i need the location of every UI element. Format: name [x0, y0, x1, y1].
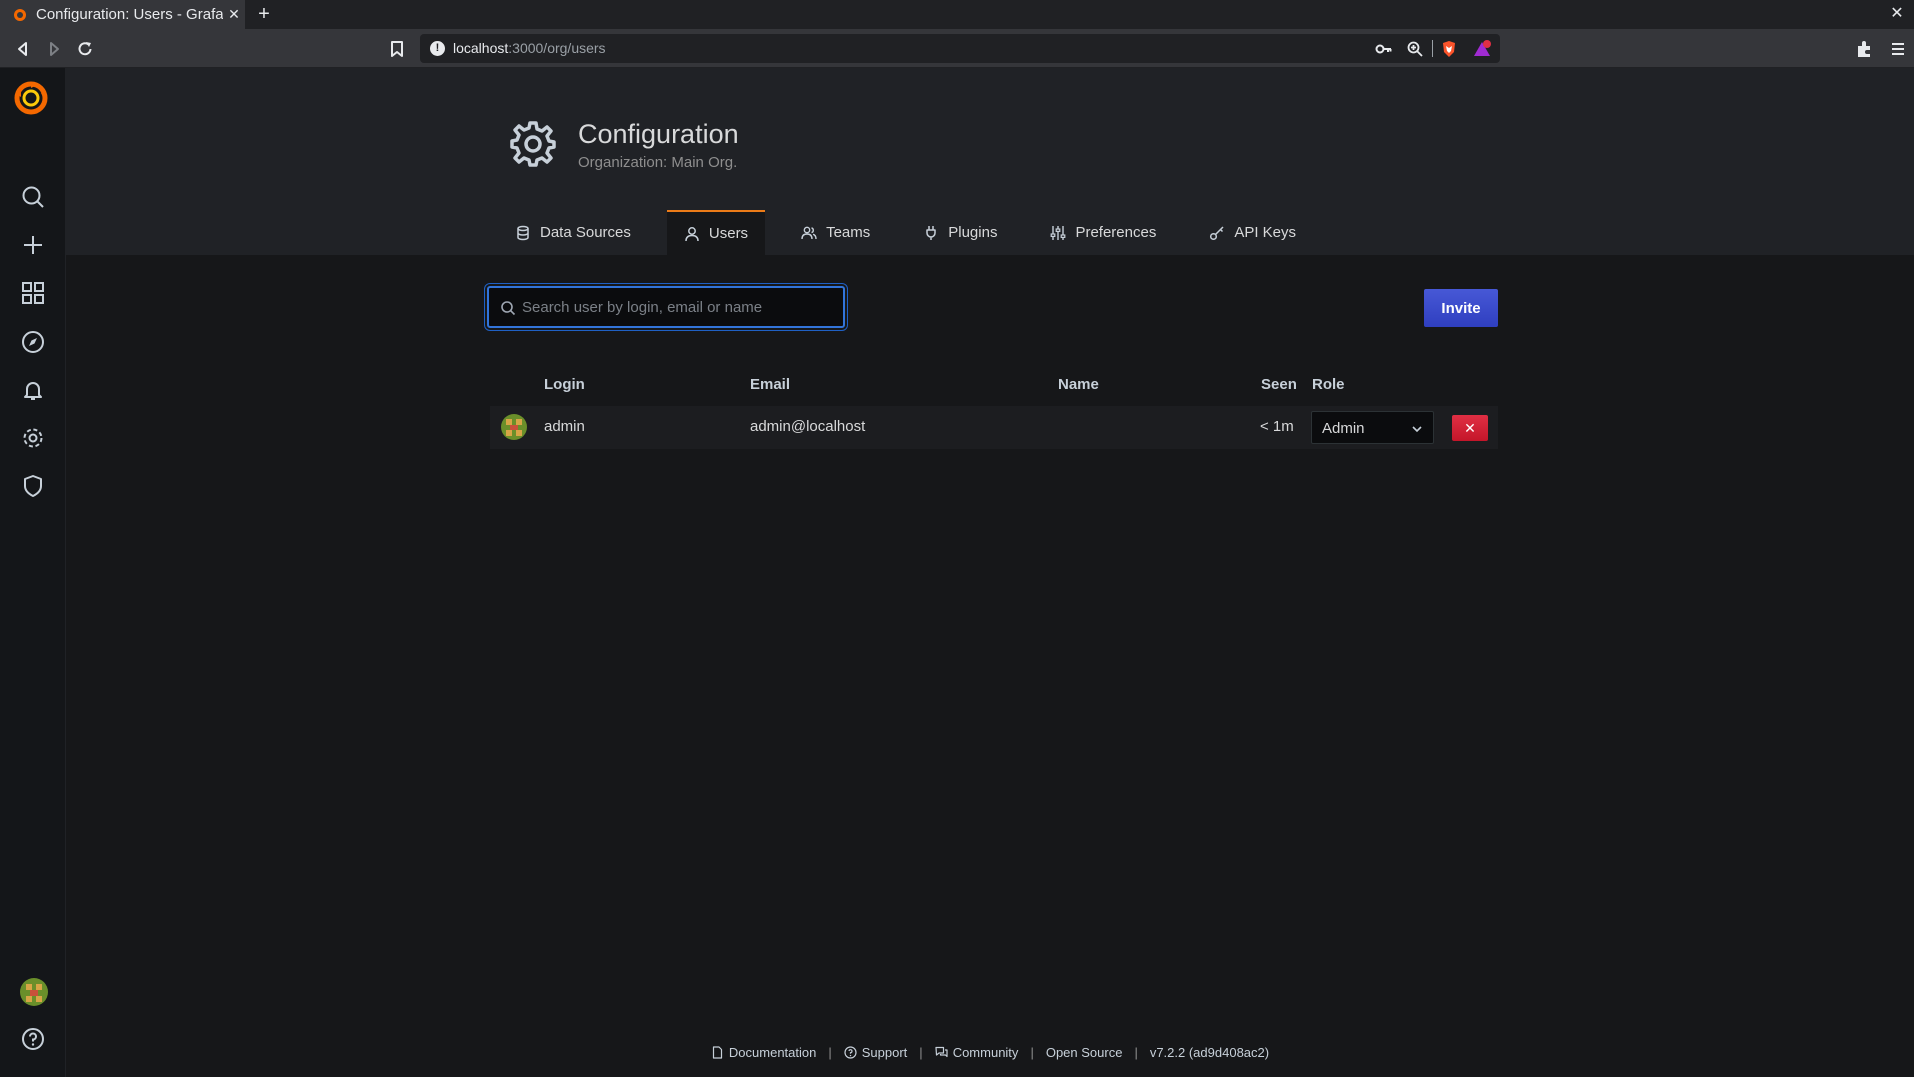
page-header: Configuration Organization: Main Org. Da… [66, 68, 1914, 255]
footer-support-link[interactable]: Support [844, 1045, 907, 1060]
browser-menu-icon[interactable] [1887, 38, 1909, 60]
footer-separator: | [828, 1044, 832, 1060]
grafana-favicon-icon [14, 8, 26, 21]
user-seen: < 1m [1260, 418, 1294, 435]
sliders-icon [1051, 225, 1066, 240]
tab-data-sources[interactable]: Data Sources [498, 210, 648, 255]
alerting-bell-icon[interactable] [19, 376, 47, 404]
tab-teams[interactable]: Teams [784, 210, 887, 255]
document-icon [712, 1045, 723, 1059]
footer-version: v7.2.2 (ad9d408ac2) [1149, 1044, 1270, 1060]
close-icon: ✕ [1464, 420, 1476, 436]
footer-documentation-link[interactable]: Documentation [711, 1045, 816, 1060]
footer-separator: | [919, 1044, 923, 1060]
page-subtitle: Organization: Main Org. [578, 154, 738, 171]
footer-community-link[interactable]: Community [935, 1045, 1018, 1060]
tab-preferences[interactable]: Preferences [1033, 210, 1173, 255]
brave-shield-icon[interactable] [1440, 40, 1458, 58]
chevron-down-icon [1412, 426, 1422, 433]
tab-label: API Keys [1234, 224, 1297, 241]
grafana-logo-icon[interactable] [13, 80, 49, 116]
user-avatar[interactable] [20, 978, 48, 1006]
tab-plugins[interactable]: Plugins [906, 210, 1014, 255]
question-circle-icon [844, 1045, 857, 1059]
user-email: admin@localhost [750, 418, 866, 435]
address-bar[interactable]: ! localhost:3000/org/users [420, 34, 1500, 63]
key-icon [1210, 225, 1224, 240]
column-header-name: Name [1058, 376, 1099, 393]
browser-tab-strip: Configuration: Users - Grafa ✕ + ✕ [0, 0, 1914, 29]
new-tab-icon[interactable]: + [252, 2, 276, 26]
column-header-role: Role [1312, 376, 1345, 393]
invite-button[interactable]: Invite [1424, 289, 1498, 327]
back-icon[interactable] [12, 38, 34, 60]
tab-users[interactable]: Users [666, 210, 766, 255]
user-avatar [501, 414, 527, 440]
dashboards-grid-icon[interactable] [19, 279, 47, 307]
reload-icon[interactable] [74, 38, 96, 60]
user-login: admin [544, 418, 585, 435]
table-row: admin admin@localhost < 1m Admin ✕ [490, 406, 1498, 449]
database-icon [517, 225, 529, 240]
config-tabs: Data Sources Users Teams Plugins Prefere… [498, 210, 1332, 255]
tab-close-icon[interactable]: ✕ [223, 6, 245, 23]
bookmark-icon[interactable] [386, 38, 408, 60]
configuration-gear-icon[interactable] [19, 424, 47, 452]
server-admin-shield-icon[interactable] [19, 472, 47, 500]
user-icon [685, 226, 699, 241]
plug-icon [926, 225, 936, 240]
side-menu [0, 68, 66, 1077]
zoom-icon[interactable] [1406, 40, 1424, 58]
explore-compass-icon[interactable] [19, 328, 47, 356]
forward-icon[interactable] [43, 38, 65, 60]
brave-rewards-icon[interactable] [1473, 40, 1491, 58]
browser-toolbar: ! localhost:3000/org/users [0, 29, 1914, 68]
users-icon [801, 226, 817, 239]
browser-tab[interactable]: Configuration: Users - Grafa ✕ [0, 0, 245, 29]
column-header-email: Email [750, 376, 791, 393]
site-info-icon[interactable]: ! [430, 41, 445, 56]
role-select-value: Admin [1322, 420, 1365, 437]
tab-api-keys[interactable]: API Keys [1192, 210, 1313, 255]
footer-open-source-link[interactable]: Open Source [1046, 1045, 1123, 1060]
footer-separator: | [1030, 1044, 1034, 1060]
role-select[interactable]: Admin [1311, 411, 1434, 444]
user-search-box [487, 286, 845, 328]
password-key-icon[interactable] [1375, 40, 1393, 58]
tab-label: Preferences [1075, 224, 1157, 241]
footer-separator: | [1134, 1044, 1138, 1060]
search-icon [501, 301, 516, 316]
page-title: Configuration [578, 119, 739, 149]
delete-user-button[interactable]: ✕ [1452, 415, 1488, 441]
window-close-icon[interactable]: ✕ [1886, 2, 1908, 26]
toolbar-separator [1432, 40, 1433, 57]
footer: Documentation | Support | Community | Op… [0, 1043, 1914, 1061]
comments-icon [935, 1046, 948, 1057]
extensions-icon[interactable] [1853, 38, 1875, 60]
configuration-cog-icon [510, 121, 556, 167]
user-search-input[interactable] [522, 288, 837, 326]
tab-label: Users [708, 225, 749, 242]
column-header-seen: Seen [1261, 376, 1297, 393]
tab-label: Data Sources [540, 224, 631, 241]
browser-tab-title: Configuration: Users - Grafa [36, 6, 223, 23]
tab-label: Teams [826, 224, 871, 241]
create-plus-icon[interactable] [19, 231, 47, 259]
search-icon[interactable] [19, 183, 47, 211]
column-header-login: Login [544, 376, 585, 393]
url-text: localhost:3000/org/users [453, 40, 606, 56]
tab-label: Plugins [948, 224, 998, 241]
